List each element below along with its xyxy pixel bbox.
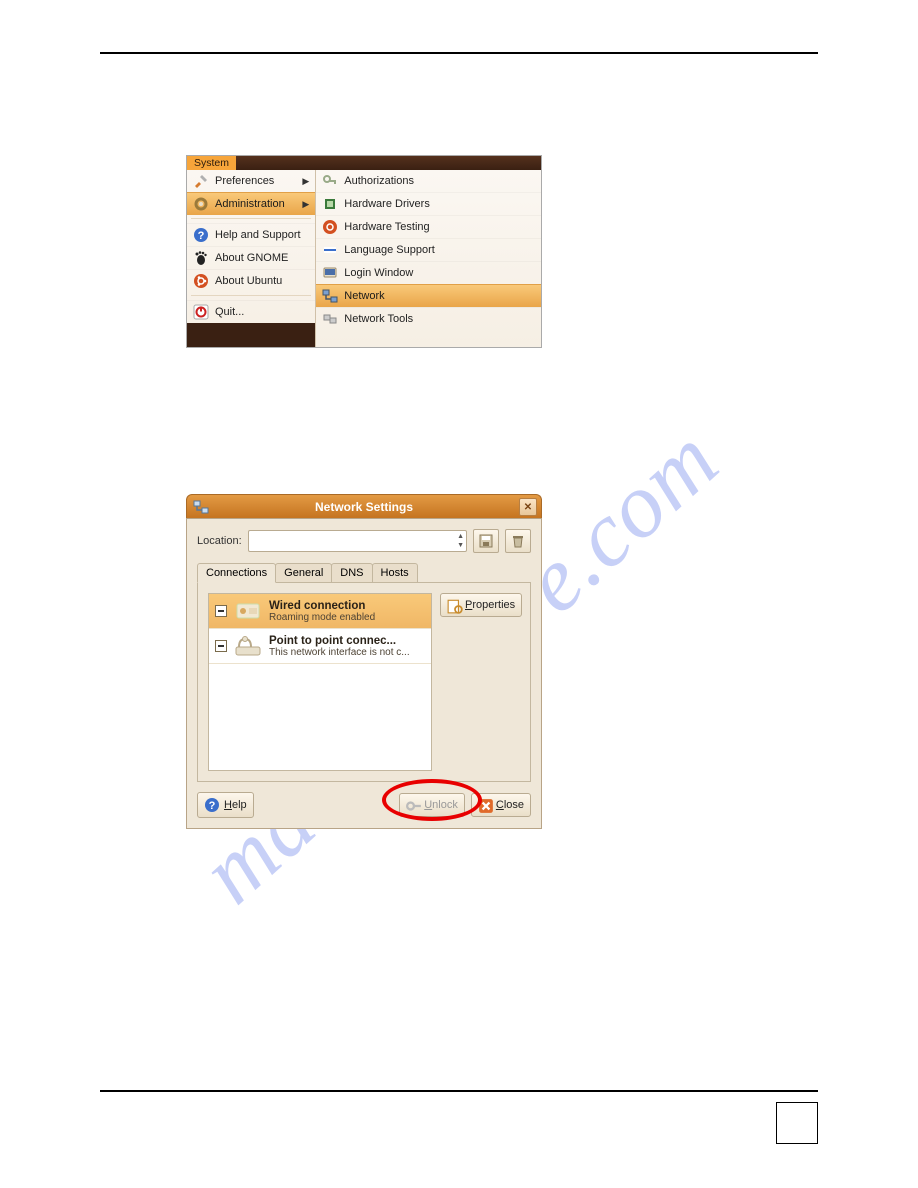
wired-connection-icon	[233, 598, 263, 624]
menu-item-label: Hardware Testing	[344, 221, 429, 233]
menu-item-label: Hardware Drivers	[344, 198, 430, 210]
tab-hosts[interactable]: Hosts	[372, 563, 418, 583]
menu-item-label: Administration	[215, 198, 285, 210]
menu-item-label: Preferences	[215, 175, 274, 187]
network-tools-icon	[322, 311, 338, 327]
menu-item-label: Login Window	[344, 267, 413, 279]
checkbox-icon[interactable]	[215, 640, 227, 652]
dialog-body: Location: ▲▼ Connections General DNS Hos…	[186, 518, 542, 829]
power-icon	[193, 304, 209, 320]
menu-panel-bg	[187, 156, 541, 170]
button-label: Properties	[465, 599, 515, 611]
menu-item-about-gnome[interactable]: About GNOME	[187, 246, 315, 269]
highlight-circle	[382, 779, 482, 821]
location-label: Location:	[197, 535, 242, 547]
gnome-foot-icon	[193, 250, 209, 266]
system-menu-screenshot: System Preferences ▶ Administration ▶ ? …	[186, 155, 542, 348]
network-settings-screenshot: Network Settings ✕ Location: ▲▼ Connecti…	[186, 494, 542, 829]
network-icon	[193, 499, 209, 515]
connection-title: Wired connection	[269, 600, 425, 612]
menu-left-column: Preferences ▶ Administration ▶ ? Help an…	[187, 170, 316, 347]
help-icon: ?	[204, 797, 220, 813]
flag-icon	[322, 242, 338, 258]
menu-item-label: Language Support	[344, 244, 435, 256]
menu-item-label: Authorizations	[344, 175, 414, 187]
delete-location-button[interactable]	[505, 529, 531, 553]
connection-subtitle: Roaming mode enabled	[269, 612, 425, 623]
dialog-title: Network Settings	[315, 500, 413, 514]
menu-item-quit[interactable]: Quit...	[187, 300, 315, 323]
menu-item-hardware-drivers[interactable]: Hardware Drivers	[316, 192, 541, 215]
menu-item-preferences[interactable]: Preferences ▶	[187, 170, 315, 192]
connection-subtitle: This network interface is not c...	[269, 647, 425, 658]
footer-rule	[100, 1090, 818, 1092]
menu-right-column: Authorizations Hardware Drivers Hardware…	[316, 170, 541, 347]
menu-item-label: Network	[344, 290, 384, 302]
network-icon	[322, 288, 338, 304]
connections-list[interactable]: Wired connection Roaming mode enabled Po…	[208, 593, 432, 771]
screen-icon	[322, 265, 338, 281]
tab-dns[interactable]: DNS	[331, 563, 372, 583]
properties-icon	[447, 598, 461, 612]
submenu-arrow-icon: ▶	[302, 176, 309, 187]
menu-item-hardware-testing[interactable]: Hardware Testing	[316, 215, 541, 238]
menu-item-network[interactable]: Network	[316, 284, 541, 307]
window-close-icon[interactable]: ✕	[519, 498, 537, 516]
menu-item-label: About Ubuntu	[215, 275, 282, 287]
dialog-titlebar[interactable]: Network Settings ✕	[186, 494, 542, 518]
menu-item-label: Quit...	[215, 306, 244, 318]
help-button[interactable]: ? Help	[197, 792, 254, 818]
page-number-box	[776, 1102, 818, 1144]
menu-item-label: About GNOME	[215, 252, 288, 264]
ubuntu-swirl-icon	[322, 219, 338, 235]
button-label: Close	[496, 799, 524, 811]
help-icon: ?	[193, 227, 209, 243]
menu-item-language-support[interactable]: Language Support	[316, 238, 541, 261]
keys-icon	[322, 173, 338, 189]
menu-item-administration[interactable]: Administration ▶	[187, 192, 315, 215]
properties-button[interactable]: Properties	[440, 593, 522, 617]
checkbox-icon[interactable]	[215, 605, 227, 617]
menu-item-about-ubuntu[interactable]: About Ubuntu	[187, 269, 315, 292]
button-label: Help	[224, 799, 247, 811]
preferences-icon	[193, 173, 209, 189]
location-select[interactable]: ▲▼	[248, 530, 467, 552]
trash-icon	[510, 533, 526, 549]
menu-item-help-support[interactable]: ? Help and Support	[187, 223, 315, 246]
tab-content: Wired connection Roaming mode enabled Po…	[197, 582, 531, 782]
submenu-arrow-icon: ▶	[302, 199, 309, 210]
save-location-button[interactable]	[473, 529, 499, 553]
menu-item-authorizations[interactable]: Authorizations	[316, 170, 541, 192]
tab-connections[interactable]: Connections	[197, 563, 276, 583]
gear-icon	[193, 196, 209, 212]
connection-title: Point to point connec...	[269, 635, 425, 647]
tab-bar: Connections General DNS Hosts	[197, 563, 531, 583]
chip-icon	[322, 196, 338, 212]
menu-tab-system[interactable]: System	[187, 156, 236, 170]
ubuntu-swirl-icon	[193, 273, 209, 289]
list-item[interactable]: Point to point connec... This network in…	[209, 629, 431, 664]
menu-item-login-window[interactable]: Login Window	[316, 261, 541, 284]
floppy-icon	[478, 533, 494, 549]
svg-text:?: ?	[198, 230, 205, 242]
list-item[interactable]: Wired connection Roaming mode enabled	[209, 594, 431, 629]
header-rule	[100, 52, 818, 54]
tab-general[interactable]: General	[275, 563, 332, 583]
menu-item-network-tools[interactable]: Network Tools	[316, 307, 541, 330]
ppp-connection-icon	[233, 633, 263, 659]
svg-text:?: ?	[209, 800, 216, 812]
menu-item-label: Help and Support	[215, 229, 301, 241]
menu-item-label: Network Tools	[344, 313, 413, 325]
